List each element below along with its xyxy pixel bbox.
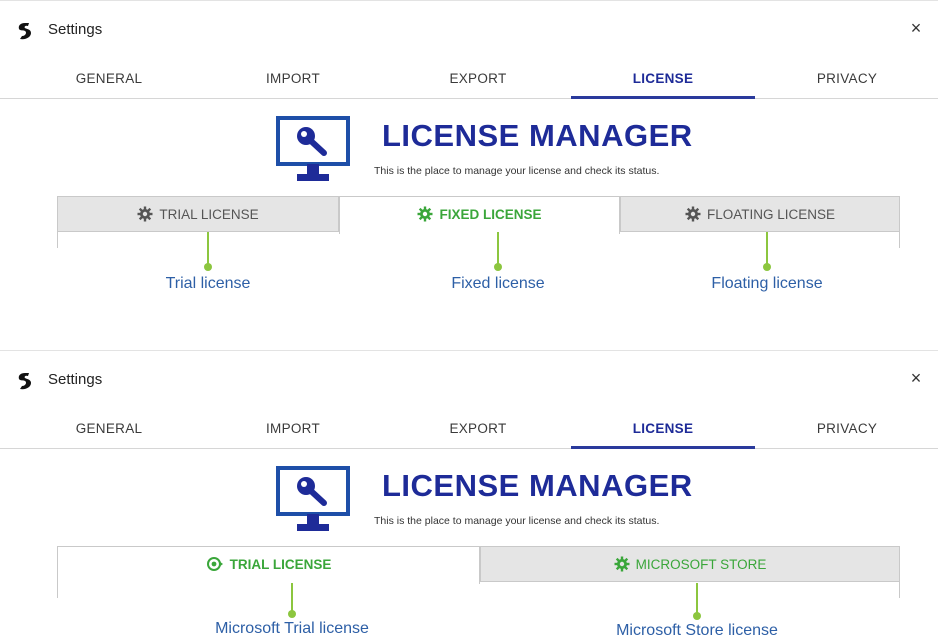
tab-privacy[interactable]: PRIVACY bbox=[755, 60, 938, 98]
subtab-trial-license[interactable]: TRIAL LICENSE bbox=[57, 546, 480, 584]
gear-icon bbox=[614, 556, 630, 572]
license-subtabs: TRIAL LICENSE MICROSOFT STORE bbox=[57, 546, 900, 598]
callout-fixed-license: Fixed license bbox=[451, 275, 545, 292]
settings-tabs: GENERAL IMPORT EXPORT LICENSE PRIVACY bbox=[0, 60, 938, 99]
subtab-content-frame bbox=[57, 232, 900, 248]
callout-trial-license: Trial license bbox=[165, 275, 251, 292]
tab-general[interactable]: GENERAL bbox=[17, 60, 201, 98]
license-manager-subtitle: This is the place to manage your license… bbox=[374, 515, 660, 527]
callout-floating-license: Floating license bbox=[711, 275, 823, 292]
close-button[interactable]: × bbox=[904, 16, 928, 40]
gear-icon bbox=[137, 206, 153, 222]
subtab-fixed-license[interactable]: FIXED LICENSE bbox=[339, 196, 620, 234]
tab-import[interactable]: IMPORT bbox=[201, 60, 385, 98]
settings-window-standard: Settings × GENERAL IMPORT EXPORT LICENSE… bbox=[0, 0, 938, 248]
tab-general[interactable]: GENERAL bbox=[17, 410, 201, 448]
gear-icon bbox=[685, 206, 701, 222]
tab-import[interactable]: IMPORT bbox=[201, 410, 385, 448]
license-manager-subtitle: This is the place to manage your license… bbox=[374, 165, 660, 177]
tab-license[interactable]: LICENSE bbox=[571, 410, 755, 449]
tab-privacy[interactable]: PRIVACY bbox=[755, 410, 938, 448]
subtab-trial-license[interactable]: TRIAL LICENSE bbox=[57, 196, 339, 232]
subtab-label: MICROSOFT STORE bbox=[635, 557, 767, 572]
settings-window-microsoft: Settings × GENERAL IMPORT EXPORT LICENSE… bbox=[0, 350, 938, 598]
subtab-microsoft-store[interactable]: MICROSOFT STORE bbox=[480, 546, 900, 582]
subtab-label: TRIAL LICENSE bbox=[229, 557, 332, 572]
subtab-label: FIXED LICENSE bbox=[439, 207, 542, 222]
subtab-content-frame bbox=[57, 582, 900, 598]
license-subtabs: TRIAL LICENSE FIXED LICENSE FLOATING LIC… bbox=[57, 196, 900, 248]
tab-export[interactable]: EXPORT bbox=[386, 60, 570, 98]
monitor-key-icon bbox=[276, 466, 350, 531]
window-title: Settings bbox=[48, 371, 103, 388]
gear-icon bbox=[417, 206, 433, 222]
monitor-key-icon bbox=[276, 116, 350, 181]
settings-tabs: GENERAL IMPORT EXPORT LICENSE PRIVACY bbox=[0, 410, 938, 449]
title-bar: Settings × bbox=[0, 0, 938, 50]
close-button[interactable]: × bbox=[904, 366, 928, 390]
license-manager-title: LICENSE MANAGER bbox=[382, 118, 693, 153]
app-logo-icon bbox=[18, 23, 31, 40]
window-title: Settings bbox=[48, 21, 103, 38]
license-manager-title: LICENSE MANAGER bbox=[382, 468, 693, 503]
subtab-label: FLOATING LICENSE bbox=[706, 207, 836, 222]
callout-microsoft-store-license: Microsoft Store license bbox=[616, 622, 778, 639]
trial-icon bbox=[206, 556, 223, 571]
subtab-label: TRIAL LICENSE bbox=[159, 207, 259, 222]
app-logo-icon bbox=[18, 373, 31, 390]
title-bar: Settings × bbox=[0, 350, 938, 400]
tab-license[interactable]: LICENSE bbox=[571, 60, 755, 99]
tab-export[interactable]: EXPORT bbox=[386, 410, 570, 448]
callout-microsoft-trial-license: Microsoft Trial license bbox=[215, 620, 369, 637]
subtab-floating-license[interactable]: FLOATING LICENSE bbox=[620, 196, 900, 232]
